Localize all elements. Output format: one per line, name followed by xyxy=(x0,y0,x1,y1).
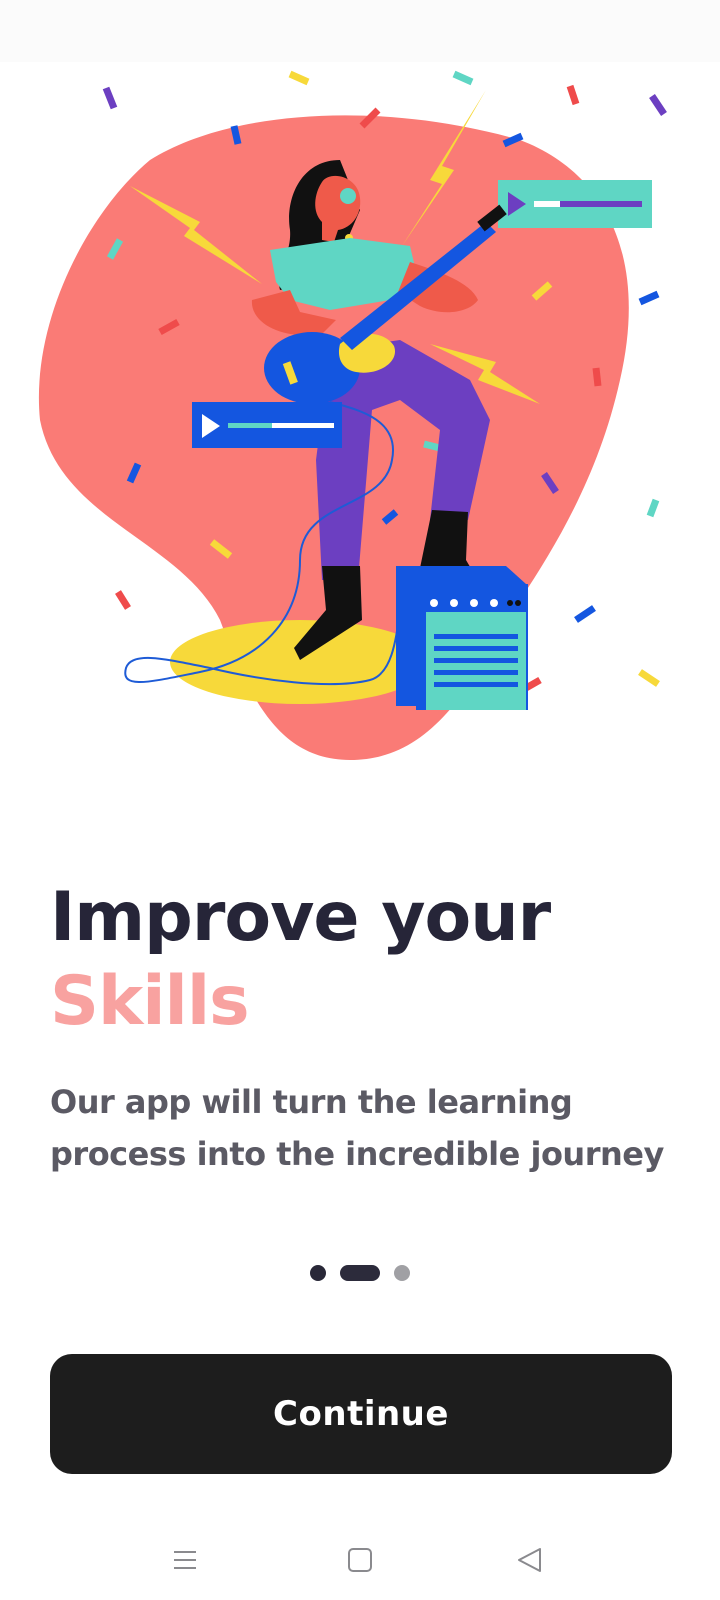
triangle-back-icon[interactable] xyxy=(500,1530,560,1590)
status-bar xyxy=(0,0,720,62)
video-card-left xyxy=(192,402,342,448)
page-indicator xyxy=(0,1265,720,1281)
page-dot-1 xyxy=(310,1265,326,1281)
amplifier xyxy=(396,566,528,710)
page-dot-2-active xyxy=(340,1265,380,1281)
floor-ellipse xyxy=(170,620,430,704)
title-line-2-accent: Skills xyxy=(50,962,250,1041)
title-line-1: Improve your xyxy=(50,878,551,957)
continue-button[interactable]: Continue xyxy=(50,1354,672,1474)
subtitle: Our app will turn the learning process i… xyxy=(50,1083,664,1173)
system-navigation-bar xyxy=(0,1530,720,1600)
page-title: Improve your Skills xyxy=(50,876,551,1044)
page-dot-3 xyxy=(394,1265,410,1281)
menu-icon[interactable] xyxy=(155,1530,215,1590)
video-card-top xyxy=(498,180,652,228)
square-home-icon[interactable] xyxy=(330,1530,390,1590)
guitarist-illustration xyxy=(38,70,667,760)
